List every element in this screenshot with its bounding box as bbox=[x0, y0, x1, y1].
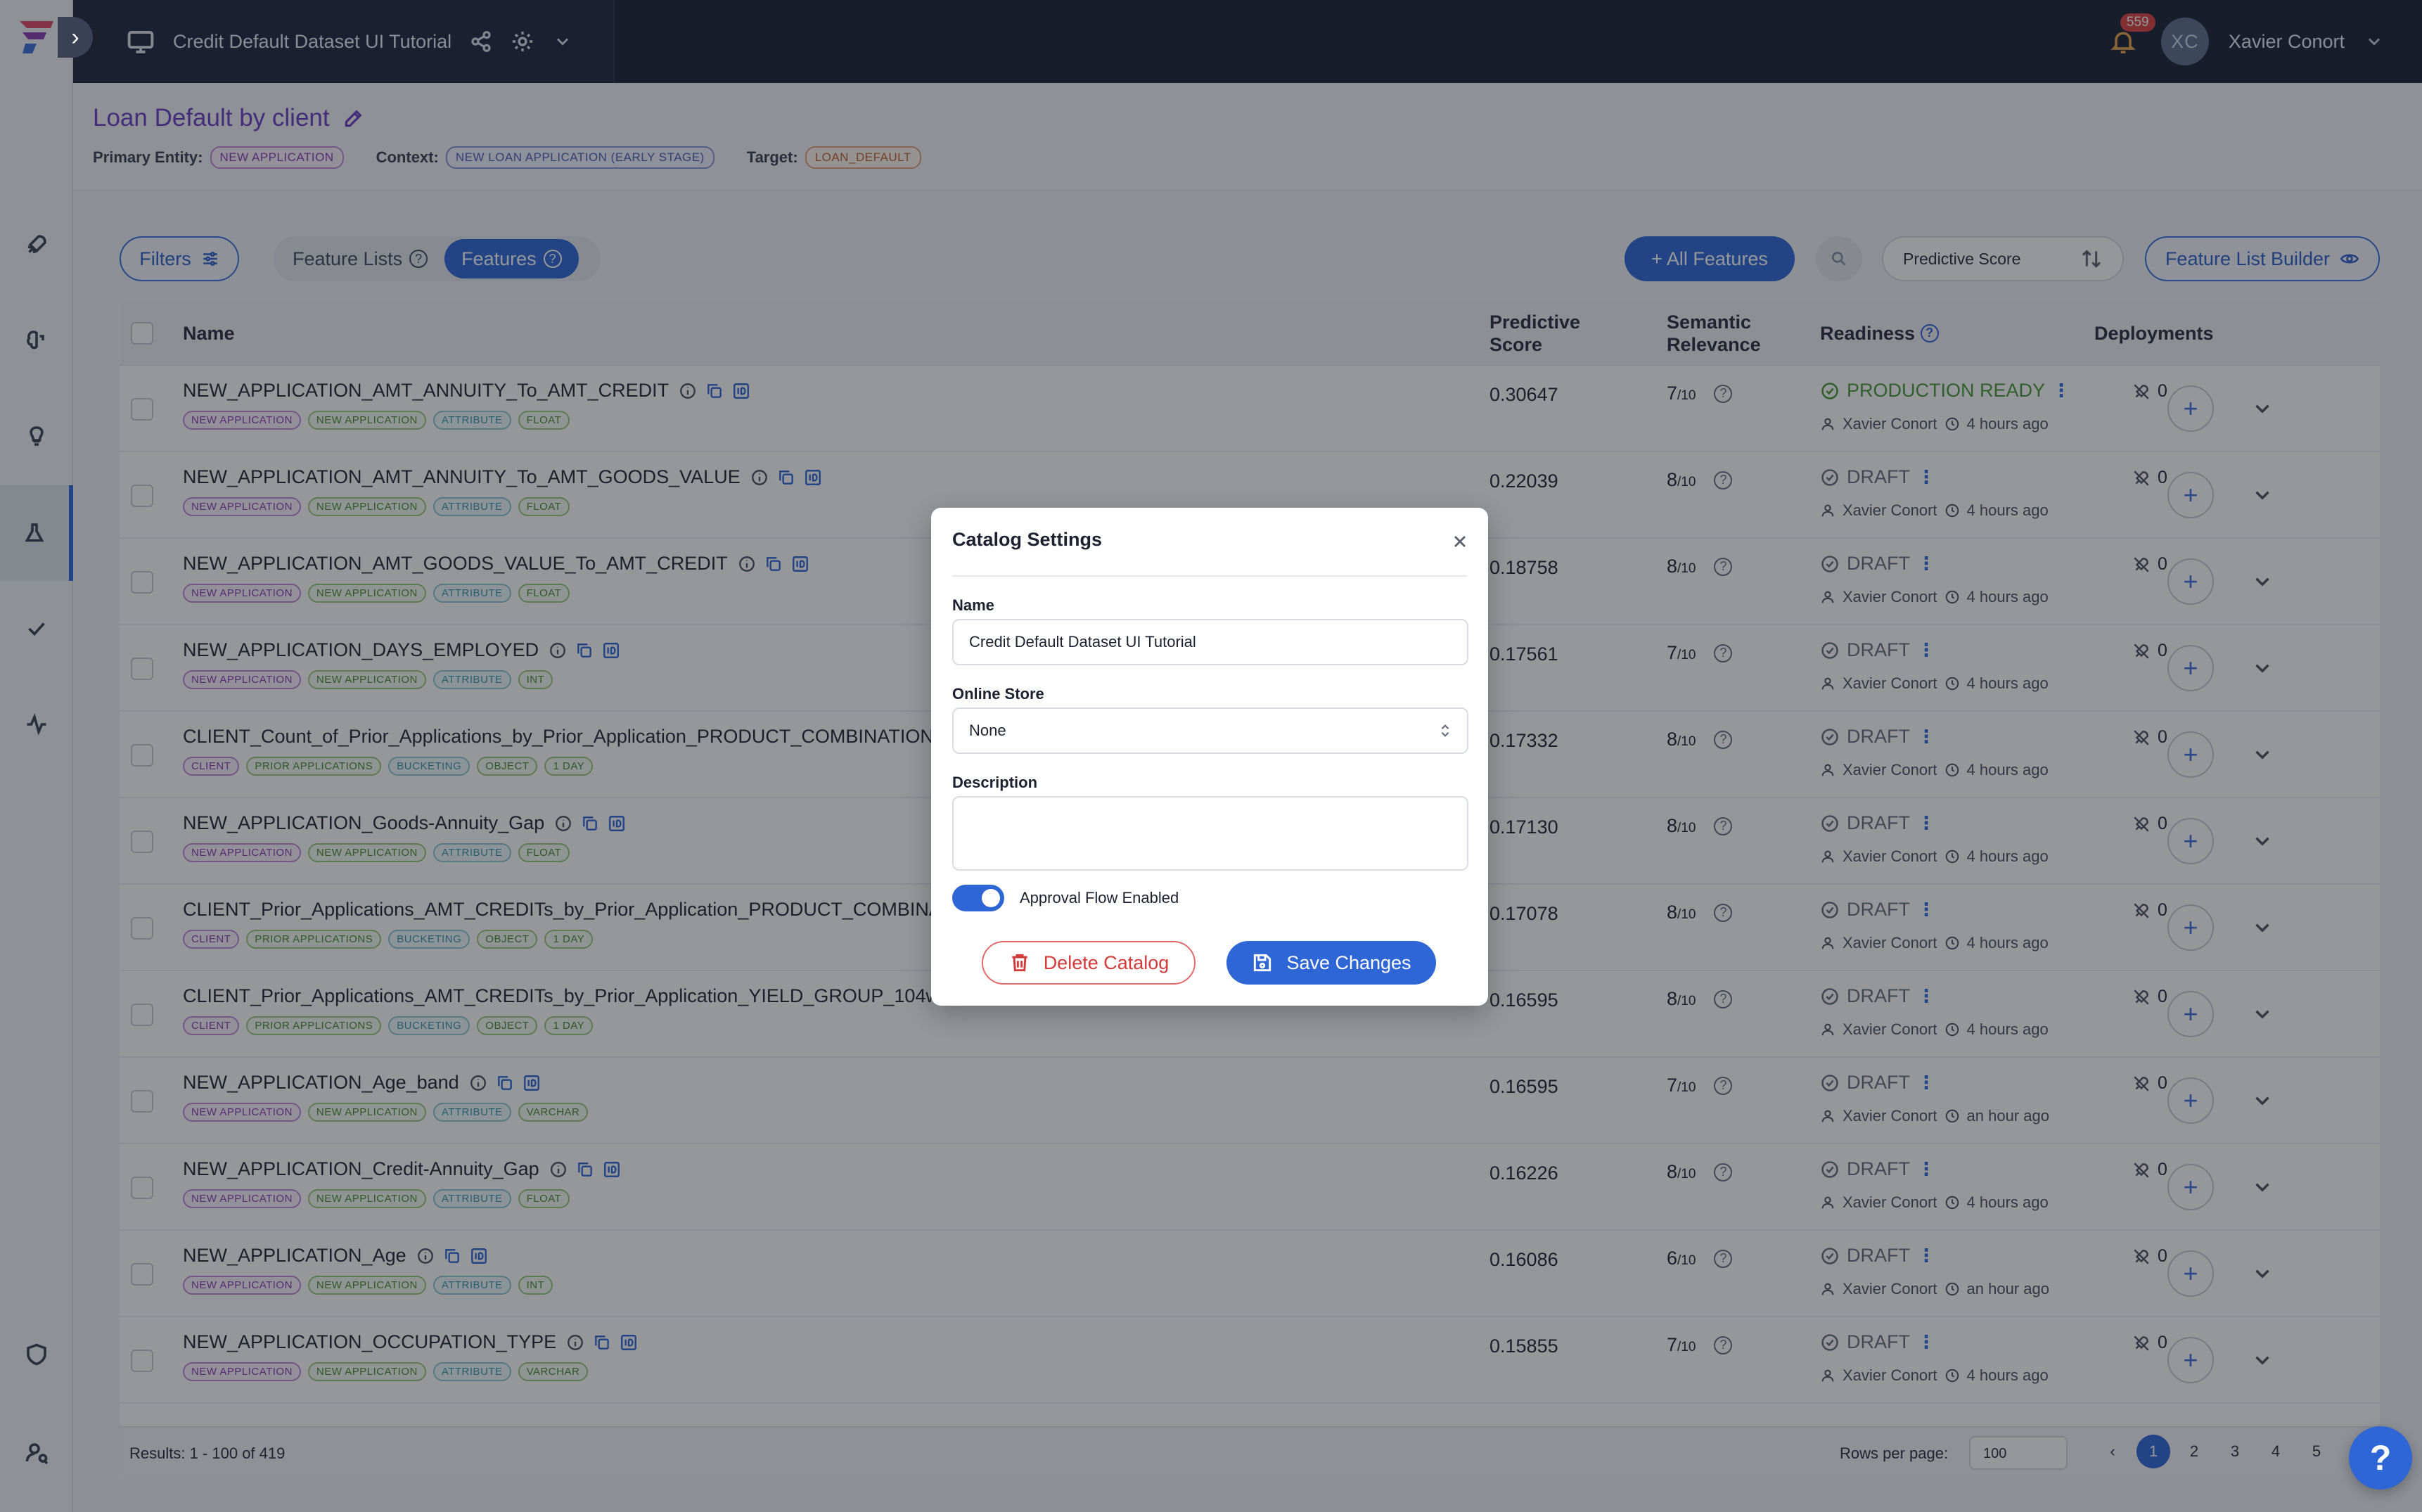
approval-flow-label: Approval Flow Enabled bbox=[1020, 889, 1179, 906]
approval-flow-toggle[interactable] bbox=[952, 885, 1004, 911]
delete-catalog-button[interactable]: Delete Catalog bbox=[982, 941, 1196, 985]
close-icon[interactable] bbox=[1450, 532, 1470, 551]
save-changes-button[interactable]: Save Changes bbox=[1226, 941, 1436, 985]
online-store-label: Online Store bbox=[952, 685, 1044, 703]
select-arrows-icon bbox=[1441, 724, 1449, 737]
save-changes-label: Save Changes bbox=[1286, 952, 1411, 973]
trash-icon bbox=[1012, 954, 1027, 972]
chevron-right-icon: › bbox=[71, 23, 79, 51]
catalog-settings-dialog: Catalog Settings Name Online Store None … bbox=[931, 508, 1488, 1006]
description-textarea[interactable] bbox=[952, 796, 1468, 871]
delete-catalog-label: Delete Catalog bbox=[1043, 952, 1170, 973]
online-store-select[interactable]: None bbox=[952, 707, 1468, 754]
online-store-value: None bbox=[969, 722, 1006, 739]
dialog-title: Catalog Settings bbox=[952, 529, 1103, 550]
dialog-divider bbox=[952, 575, 1467, 577]
description-label: Description bbox=[952, 774, 1038, 791]
name-label: Name bbox=[952, 596, 994, 614]
save-icon bbox=[1254, 954, 1271, 972]
help-button[interactable]: ? bbox=[2349, 1426, 2412, 1489]
catalog-name-input[interactable] bbox=[952, 619, 1468, 665]
